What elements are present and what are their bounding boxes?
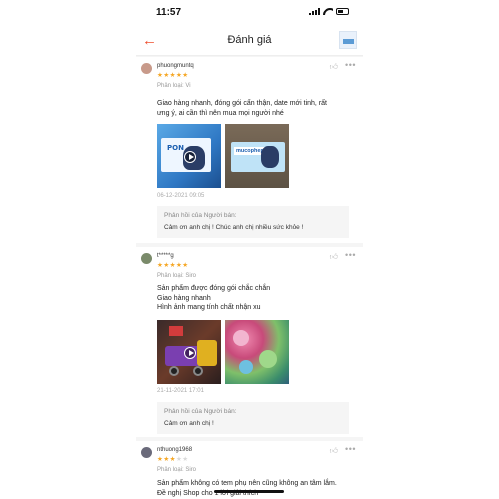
status-time: 11:57 xyxy=(156,7,182,18)
review-text: Sản phẩm không có tem phụ nên cũng không… xyxy=(157,479,357,498)
review-item: phuongmuntq ★★★★★ Phân loại: Vi 👍︎ ••• G… xyxy=(136,57,363,243)
review-username: phuongmuntq xyxy=(157,63,194,69)
review-text: Giao hàng nhanh, đóng gói cẩn thận, date… xyxy=(157,99,357,118)
toy-wheel-image xyxy=(193,366,203,376)
seller-reply: Phản hồi của Người bán: Cảm ơn anh chị ! xyxy=(157,402,349,434)
star-rating: ★★★★★ xyxy=(157,262,189,269)
wifi-icon xyxy=(323,8,333,15)
seller-reply-title: Phản hồi của Người bán: xyxy=(164,212,237,219)
toy-train-image xyxy=(169,326,183,336)
product-thumbnail[interactable] xyxy=(339,31,357,49)
thumbs-up-icon[interactable]: 👍︎ xyxy=(330,446,338,456)
review-photo[interactable] xyxy=(225,320,289,384)
star-rating-empty: ★★ xyxy=(175,456,189,463)
page-header: ← Đánh giá xyxy=(136,26,363,56)
toy-train-image xyxy=(197,340,217,366)
star-rating-filled: ★★★ xyxy=(157,456,176,463)
mascot-image xyxy=(261,146,279,168)
status-bar: 11:57 xyxy=(136,0,363,26)
review-text-line: Giao hàng nhanh xyxy=(157,294,211,302)
seller-reply-text: Cảm ơn anh chị ! Chúc anh chị nhiều sức … xyxy=(164,224,304,231)
battery-icon xyxy=(336,8,349,15)
review-variant: Phân loại: Siro xyxy=(157,273,197,279)
avatar[interactable] xyxy=(141,253,152,264)
toy-ball-image xyxy=(239,360,253,374)
play-icon[interactable] xyxy=(184,347,196,359)
seller-reply-title: Phản hồi của Người bán: xyxy=(164,408,237,415)
seller-reply: Phản hồi của Người bán: Cảm ơn anh chị !… xyxy=(157,206,349,238)
avatar[interactable] xyxy=(141,447,152,458)
toy-ball-image xyxy=(259,350,277,368)
review-item: t*****g ★★★★★ Phân loại: Siro 👍︎ ••• Sản… xyxy=(136,247,363,437)
review-text-line: Giao hàng nhanh, đóng gói cẩn thận, date… xyxy=(157,100,327,107)
review-photo[interactable]: mucophepon xyxy=(225,124,289,188)
review-text: Sản phẩm được đóng gói chắc chắn Giao hà… xyxy=(157,284,357,313)
review-variant: Phân loại: Vi xyxy=(157,83,191,89)
star-rating: ★★★★★ xyxy=(157,456,189,464)
review-text-line: Hình ảnh mang tính chất nhận xu xyxy=(157,304,261,311)
review-text-line: Sản phẩm được đóng gói chắc chắn xyxy=(157,285,271,292)
home-indicator[interactable] xyxy=(214,490,284,493)
phone-screen: 11:57 ← Đánh giá phuongmuntq ★★★★★ Phân … xyxy=(136,0,363,499)
page-title: Đánh giá xyxy=(227,34,272,46)
review-username: t*****g xyxy=(157,253,174,259)
star-rating: ★★★★★ xyxy=(157,72,189,79)
more-options-icon[interactable]: ••• xyxy=(345,250,356,260)
review-date: 21-11-2021 17:01 xyxy=(157,388,204,394)
avatar[interactable] xyxy=(141,63,152,74)
thumbs-up-icon[interactable]: 👍︎ xyxy=(330,62,338,72)
thumbs-up-icon[interactable]: 👍︎ xyxy=(330,252,338,262)
toy-wheel-image xyxy=(169,366,179,376)
review-video-thumbnail[interactable] xyxy=(157,320,221,384)
signal-icon xyxy=(309,8,320,15)
product-label: PON xyxy=(167,144,184,152)
review-text-line: ưng ý, ai cần thì nên mua mọi người nhé xyxy=(157,109,284,117)
play-icon[interactable] xyxy=(184,151,196,163)
review-video-thumbnail[interactable]: PON xyxy=(157,124,221,188)
more-options-icon[interactable]: ••• xyxy=(345,444,356,454)
seller-reply-text: Cảm ơn anh chị ! xyxy=(164,420,214,427)
status-icons xyxy=(309,8,349,15)
more-options-icon[interactable]: ••• xyxy=(345,60,356,70)
review-variant: Phân loại: Siro xyxy=(157,467,197,473)
review-text-line: Sản phẩm không có tem phụ nên cũng không… xyxy=(157,480,337,487)
review-username: nthuong1968 xyxy=(157,447,193,453)
review-date: 06-12-2021 09:05 xyxy=(157,193,205,199)
toy-ball-image xyxy=(233,330,249,346)
